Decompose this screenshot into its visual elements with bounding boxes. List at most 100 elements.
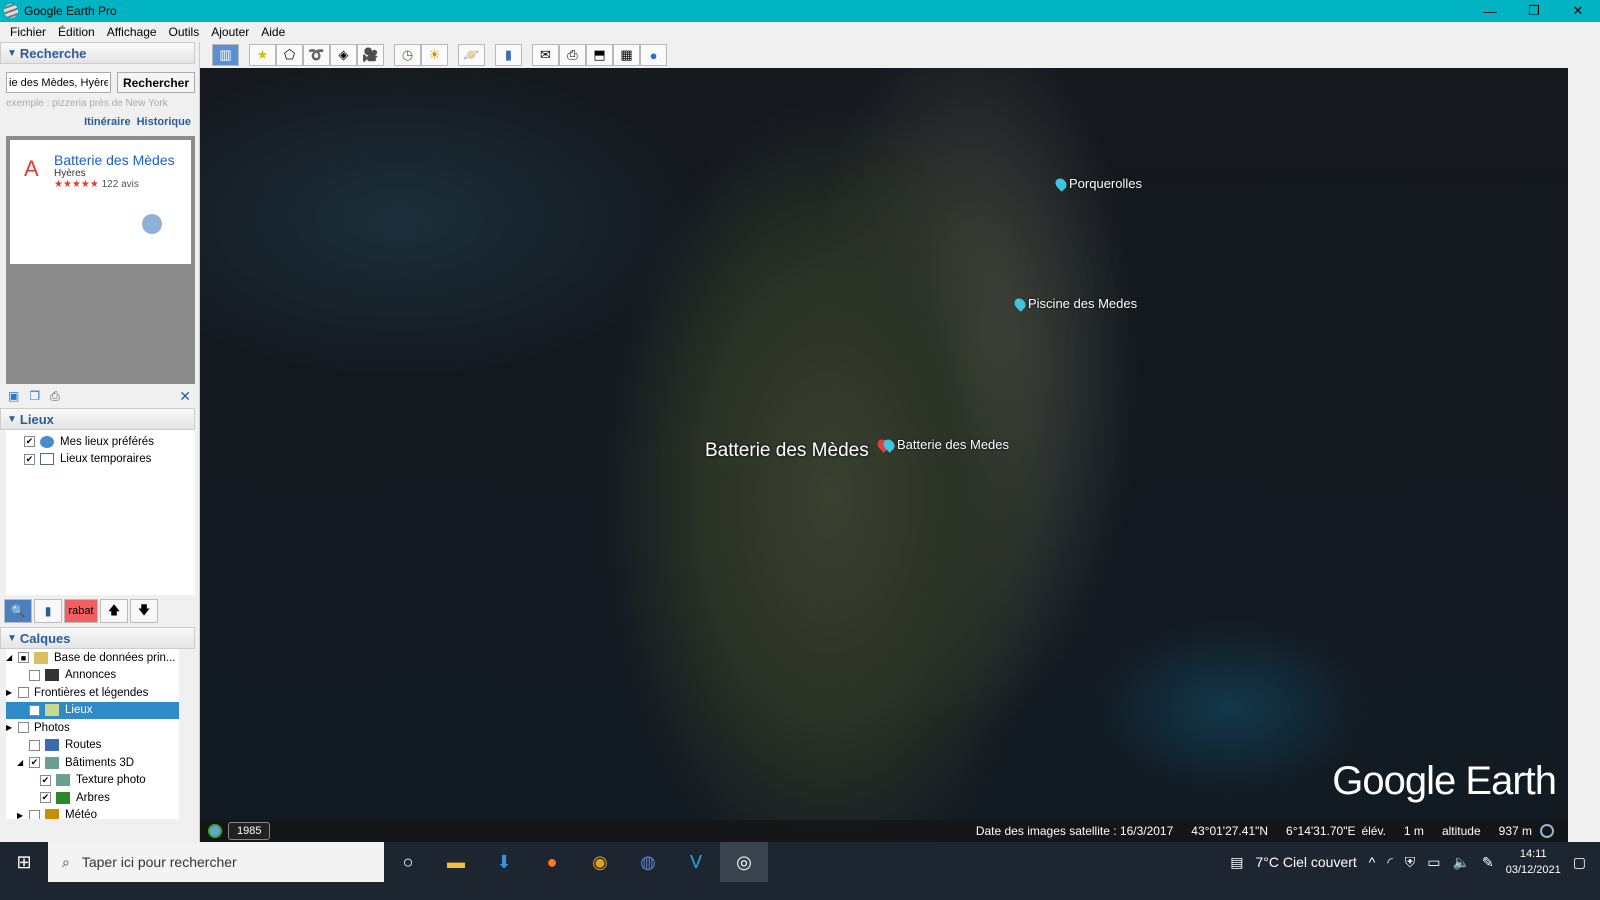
layer-item[interactable]: ▶ Frontières et légendes [6,684,179,702]
minimize-button[interactable]: — [1468,0,1512,22]
layer-checkbox[interactable]: ✔ [29,704,40,716]
add-placemark-button[interactable]: ★ [249,44,276,66]
placemark-batterie[interactable]: Batterie des Medes [875,436,1009,453]
layer-checkbox[interactable] [29,669,40,681]
layer-item[interactable]: ✔ Arbres [6,789,179,807]
clear-results-icon[interactable]: ✕ [179,388,191,405]
layer-item[interactable]: ◢ ✔ Bâtiments 3D [6,754,179,772]
search-input[interactable] [6,72,111,93]
ruler-button[interactable]: ▮ [495,44,522,66]
layer-checkbox[interactable] [29,739,40,751]
security-icon[interactable]: ⛨ [1405,854,1416,871]
menu-outils[interactable]: Outils [169,25,200,39]
print-button[interactable]: ⎙ [559,44,586,66]
layer-item[interactable]: ✔ Lieux [6,701,179,719]
email-button[interactable]: ✉ [532,44,559,66]
add-polygon-button[interactable]: ⬠ [276,44,303,66]
layer-checkbox[interactable] [18,722,29,734]
menu-fichier[interactable]: Fichier [10,25,46,39]
google-earth-taskbar-icon[interactable]: ◎ [720,842,768,882]
itinerary-link[interactable]: Itinéraire [84,116,130,128]
places-panel-header[interactable]: ▼ Lieux [0,408,195,430]
checkbox[interactable]: ✔ [24,453,35,465]
layer-item[interactable]: ✔ Texture photo [6,772,179,790]
earth-view-button[interactable]: ● [640,44,667,66]
google-maps-button[interactable]: ▦ [613,44,640,66]
sidebar-view-button[interactable]: ▮ [34,599,62,623]
expander-icon[interactable]: ▶ [17,811,29,819]
print-icon[interactable]: ⎙ [50,389,60,404]
result-name[interactable]: Batterie des Mèdes [54,152,191,168]
historical-imagery-icon[interactable] [208,824,222,838]
add-image-overlay-button[interactable]: ◈ [330,44,357,66]
weather-text[interactable]: 7°C Ciel couvert [1255,854,1356,870]
search-panel-header[interactable]: ▼ Recherche [0,42,195,64]
task-view-icon[interactable]: ○ [384,842,432,882]
battery-icon[interactable]: ▭ [1427,854,1440,871]
menu-affichage[interactable]: Affichage [107,25,157,39]
close-button[interactable]: ✕ [1556,0,1600,22]
save-image-button[interactable]: ⬒ [586,44,613,66]
historical-year[interactable]: 1985 [228,822,271,840]
v-app-icon[interactable]: V [672,842,720,882]
notifications-icon[interactable]: ▢ [1573,854,1586,871]
clock[interactable]: 14:11 03/12/2021 [1506,846,1561,878]
place-item[interactable]: ✔ Mes lieux préférés [6,433,195,451]
menu-edition[interactable]: Édition [58,25,95,39]
history-link[interactable]: Historique [137,116,191,128]
layer-item[interactable]: ▶ Photos [6,719,179,737]
add-path-button[interactable]: ➰ [303,44,330,66]
search-result-card[interactable]: A Batterie des Mèdes Hyères ★★★★★ 122 av… [10,140,191,264]
search-view-button[interactable]: 🔍 [4,599,32,623]
tag-rabat[interactable]: rabat [64,599,98,623]
layer-item[interactable]: ▶ Météo [6,807,179,819]
sunlight-button[interactable]: ☀ [421,44,448,66]
taskbar-search[interactable]: ⌕ Taper ici pour rechercher [48,842,384,882]
maximize-button[interactable]: ❐ [1512,0,1556,22]
menu-ajouter[interactable]: Ajouter [211,25,249,39]
expander-icon[interactable]: ▶ [6,688,18,697]
layer-checkbox[interactable]: ✔ [29,757,40,769]
expander-icon[interactable]: ◢ [17,758,29,767]
thunderbird-icon[interactable]: ◍ [624,842,672,882]
checkbox[interactable]: ✔ [24,436,35,448]
search-result-label[interactable]: Batterie des Mèdes [705,440,869,462]
volume-icon[interactable]: 🔈 [1453,854,1470,871]
map-view[interactable]: Porquerolles Piscine des Medes Batterie … [200,68,1568,842]
layer-item[interactable]: Routes [6,737,179,755]
move-up-button[interactable]: 🡅 [100,599,128,623]
chrome-icon[interactable]: ◉ [576,842,624,882]
pen-icon[interactable]: ✎ [1482,854,1494,871]
expander-icon[interactable]: ▶ [6,723,18,732]
layer-checkbox[interactable]: ✔ [40,774,51,786]
layer-label: Routes [65,739,102,752]
wifi-icon[interactable]: ◜ [1387,854,1392,871]
layer-checkbox[interactable]: ■ [18,652,29,664]
layers-panel-header[interactable]: ▼ Calques [0,627,195,649]
placemark-porquerolles[interactable]: Porquerolles [1053,175,1142,192]
globe-icon[interactable] [142,214,162,234]
layer-checkbox[interactable] [29,809,40,819]
tray-chevron-icon[interactable]: ^ [1369,854,1376,870]
file-explorer-icon[interactable]: ▬ [432,842,480,882]
layer-checkbox[interactable]: ✔ [40,792,51,804]
place-item[interactable]: ✔ Lieux temporaires [6,451,195,469]
start-button[interactable]: ⊞ [0,842,48,882]
expander-icon[interactable]: ◢ [6,653,18,662]
layer-checkbox[interactable] [18,687,29,699]
downloads-icon[interactable]: ⬇ [480,842,528,882]
move-down-button[interactable]: 🡇 [130,599,158,623]
planets-button[interactable]: 🪐 [458,44,485,66]
copy-icon[interactable]: ❐ [29,389,40,403]
sidebar-toggle-button[interactable]: ▥ [212,44,239,66]
add-folder-icon[interactable]: ▣ [8,389,19,403]
firefox-icon[interactable]: ● [528,842,576,882]
layer-item[interactable]: ◢ ■ Base de données prin... [6,649,179,667]
search-button[interactable]: Rechercher [117,72,195,93]
menu-aide[interactable]: Aide [261,25,285,39]
historical-imagery-button[interactable]: ◷ [394,44,421,66]
layer-item[interactable]: Annonces [6,667,179,685]
record-tour-button[interactable]: 🎥 [357,44,384,66]
review-count[interactable]: 122 avis [102,179,139,190]
placemark-piscine[interactable]: Piscine des Medes [1012,295,1137,312]
